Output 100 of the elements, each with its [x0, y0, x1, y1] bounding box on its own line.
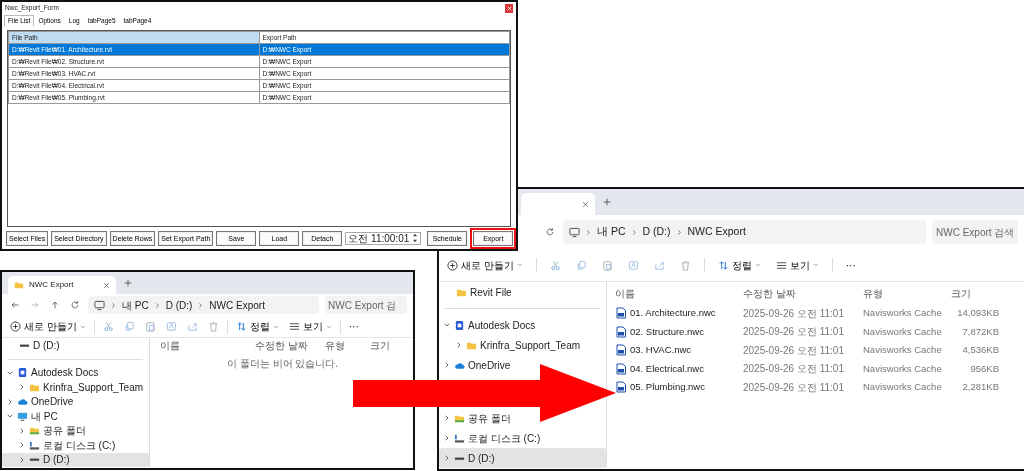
view-button[interactable]: 보기	[773, 256, 821, 274]
new-button[interactable]: 새로 만들기	[445, 256, 525, 274]
time-picker[interactable]: 오전 11:00:01	[345, 231, 422, 245]
rename-icon[interactable]	[627, 259, 639, 271]
plus-circle-icon	[447, 259, 458, 271]
sidebar-item[interactable]: Autodesk Docs	[439, 315, 542, 335]
sort-icon	[717, 259, 729, 271]
column-header[interactable]: 크기	[370, 337, 413, 353]
plus-icon[interactable]	[603, 198, 611, 206]
file-size: 7,872KB	[961, 324, 999, 339]
breadcrumb-item[interactable]: NWC Export	[687, 224, 746, 240]
file-name[interactable]: 01. Architecture.nwc	[630, 306, 716, 321]
chevron-icon	[153, 301, 161, 309]
up-arrow-icon[interactable]	[50, 300, 60, 310]
file-icon	[615, 344, 627, 357]
column-header[interactable]: 유형	[863, 285, 951, 301]
close-icon[interactable]	[582, 200, 589, 208]
more-button[interactable]: ···	[843, 256, 858, 274]
close-button[interactable]	[505, 3, 513, 13]
sidebar-item[interactable]: 로컬 디스크 (C:)	[2, 438, 122, 453]
breadcrumb-item[interactable]: D (D:)	[165, 297, 193, 313]
file-name[interactable]: 03. HVAC.nwc	[630, 343, 692, 358]
search-field[interactable]: NWC Export 검색	[932, 220, 1018, 244]
copy-icon[interactable]	[575, 259, 587, 271]
file-type: Navisworks Cache	[863, 324, 943, 339]
sidebar-item[interactable]: Autodesk Docs	[2, 365, 105, 380]
column-header[interactable]: 크기	[951, 285, 999, 301]
file-type: Navisworks Cache	[863, 306, 943, 321]
rename-icon[interactable]	[165, 321, 177, 332]
share-icon[interactable]	[653, 259, 665, 271]
modified-date: 2025-09-26 오전 11:01	[743, 362, 845, 377]
breadcrumb-item[interactable]: NWC Export	[209, 297, 265, 313]
column-header[interactable]: 수정한 날짜	[743, 285, 863, 301]
scissors-icon[interactable]	[549, 259, 561, 271]
new-button[interactable]: 새로 만들기	[8, 318, 88, 335]
clipboard-icon[interactable]	[144, 321, 156, 332]
sidebar-item[interactable]: OneDrive	[439, 355, 517, 375]
chevron-icon	[630, 228, 638, 236]
disk-icon	[454, 432, 465, 444]
sidebar-item[interactable]: Krinfra_Support_Team	[2, 380, 150, 395]
trash-icon[interactable]	[207, 321, 219, 332]
file-icon	[615, 362, 627, 375]
view-button[interactable]: 보기	[286, 318, 334, 335]
close-icon	[506, 5, 512, 11]
tab-title: NWC Export	[29, 279, 75, 291]
refresh-icon[interactable]	[545, 227, 555, 237]
breadcrumb-item[interactable]: D (D:)	[642, 224, 671, 240]
file-name[interactable]: 05. Plumbing.nwc	[630, 380, 705, 395]
scissors-icon[interactable]	[102, 321, 114, 332]
address-bar[interactable]: 내 PC D (D:) NWC Export	[88, 296, 319, 314]
empty-folder-message: 이 폴더는 비어 있습니다.	[226, 357, 340, 371]
file-type: Navisworks Cache	[863, 343, 943, 358]
sidebar-item[interactable]: 로컬 디스크 (C:)	[439, 428, 547, 448]
more-button[interactable]: ···	[346, 318, 361, 335]
column-header[interactable]: 이름	[615, 285, 743, 301]
copy-icon[interactable]	[123, 321, 135, 332]
column-header[interactable]: 유형	[325, 337, 371, 353]
list-icon	[775, 259, 787, 271]
file-type: Navisworks Cache	[863, 361, 943, 376]
modified-date: 2025-09-26 오전 11:01	[743, 325, 845, 340]
sidebar-item[interactable]: D (D:)	[2, 452, 150, 467]
sidebar-item[interactable]: 내 PC	[2, 409, 64, 424]
chevron-icon	[675, 228, 683, 236]
share-icon[interactable]	[186, 321, 198, 332]
monitor-icon	[569, 226, 580, 238]
document-icon	[454, 319, 465, 331]
breadcrumb-item[interactable]: 내 PC	[597, 224, 626, 240]
file-name[interactable]: 02. Structure.nwc	[630, 324, 704, 339]
sidebar-item[interactable]: D (D:)	[439, 448, 606, 468]
tab[interactable]: NWC Export	[8, 276, 116, 294]
search-field[interactable]: NWC Export 검	[325, 296, 407, 314]
trash-icon[interactable]	[679, 259, 691, 271]
folder-icon	[29, 425, 40, 437]
sort-button[interactable]: 정렬	[715, 256, 763, 274]
plus-icon[interactable]	[124, 279, 132, 287]
chevron-icon	[110, 301, 117, 309]
breadcrumb-item[interactable]: 내 PC	[122, 297, 149, 313]
sidebar-item[interactable]: Krinfra_Support_Team	[439, 335, 587, 355]
file-size: 2,281KB	[961, 380, 999, 395]
file-name[interactable]: 04. Electrical.nwc	[630, 361, 704, 376]
plus-circle-icon	[10, 321, 21, 332]
sidebar-item[interactable]: OneDrive	[2, 394, 80, 409]
forward-icon[interactable]	[30, 300, 40, 310]
file-size: 956KB	[969, 361, 999, 376]
column-header[interactable]: 이름	[160, 337, 256, 353]
address-bar[interactable]: 내 PC D (D:) NWC Export	[563, 220, 926, 244]
caret-icon	[79, 323, 86, 330]
file-type: Navisworks Cache	[863, 380, 943, 395]
column-header[interactable]: 수정한 날짜	[255, 337, 326, 353]
sidebar-item[interactable]: 공유 폴더	[439, 408, 517, 428]
sidebar-item[interactable]: 공유 폴더	[2, 423, 92, 438]
refresh-icon[interactable]	[70, 300, 80, 310]
file-icon	[615, 307, 627, 320]
back-icon[interactable]	[10, 300, 20, 310]
sidebar-item[interactable]: D (D:)	[2, 338, 66, 353]
sidebar-item[interactable]: Revit File	[439, 282, 518, 302]
clipboard-icon[interactable]	[601, 259, 613, 271]
close-icon[interactable]	[103, 281, 110, 289]
file-size: 4,536KB	[961, 343, 999, 358]
sort-button[interactable]: 정렬	[233, 318, 281, 335]
